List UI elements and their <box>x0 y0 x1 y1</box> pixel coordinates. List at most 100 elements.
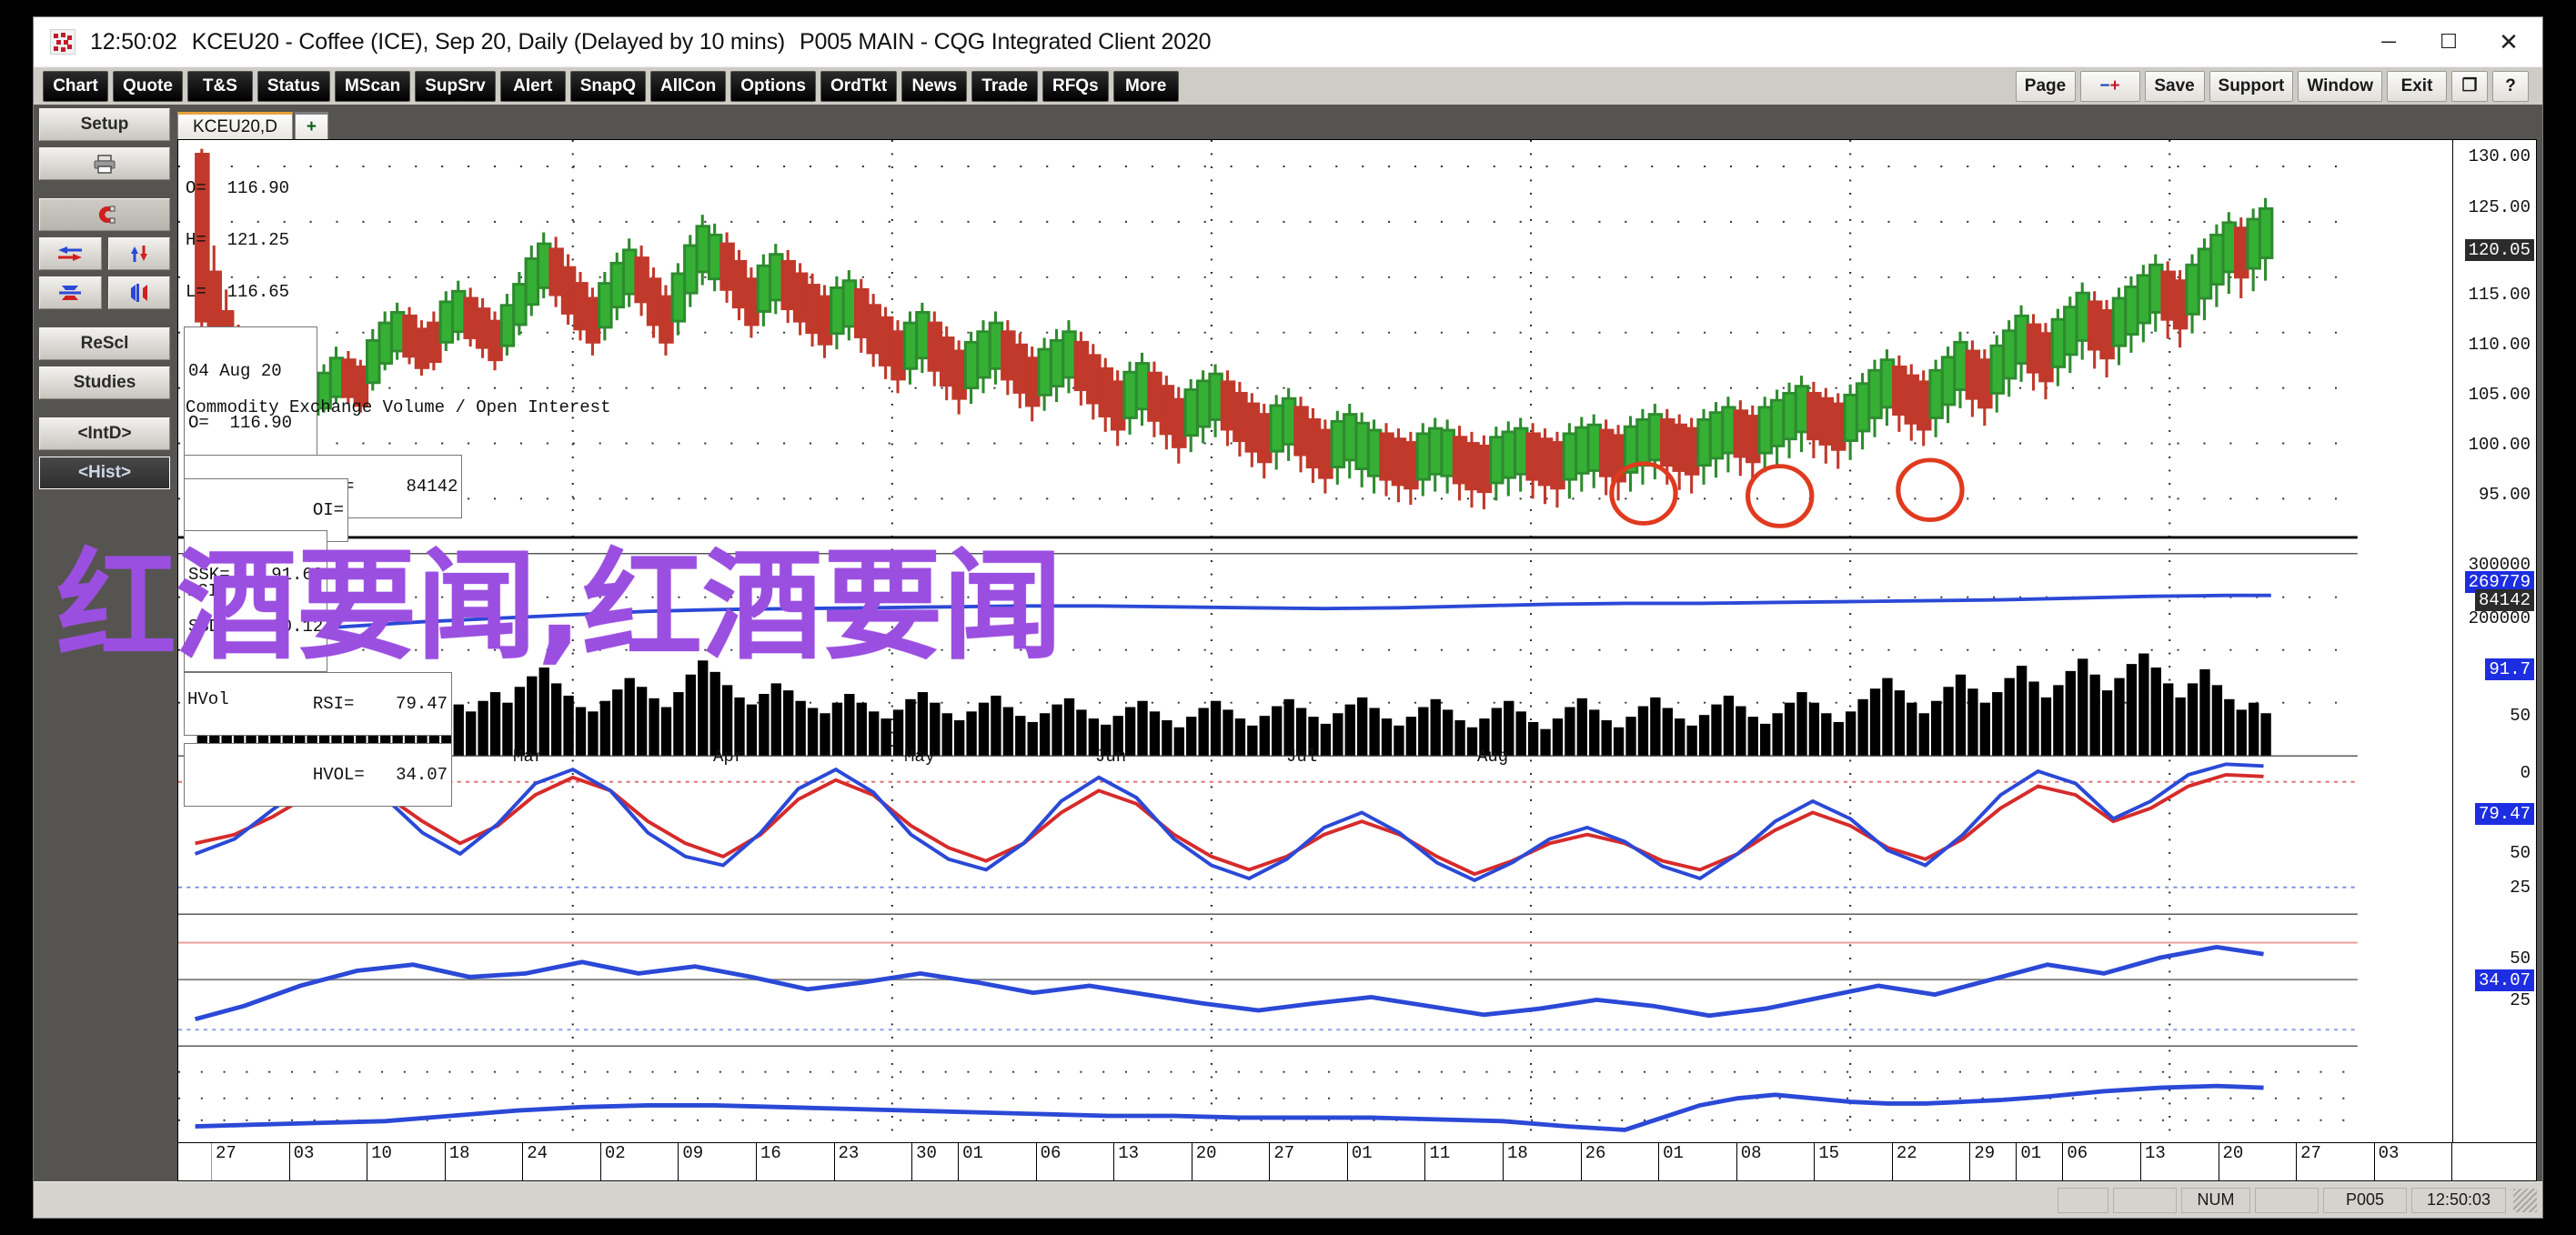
date-axis[interactable]: 27 03 10 18 24 02 09 16 23 30 01 06 13 2… <box>177 1143 2537 1181</box>
date-tick: 01 <box>1348 1143 1426 1180</box>
toolbar-button-alert[interactable]: Alert <box>499 70 566 102</box>
date-tick: 16 <box>757 1143 835 1180</box>
toolbar-button-ordtkt[interactable]: OrdTkt <box>820 70 898 102</box>
chart-tab-strip: KCEU20,D + <box>177 108 2537 139</box>
date-tick: 27 <box>1270 1143 1348 1180</box>
chart-tab-kceu20[interactable]: KCEU20,D <box>177 112 293 139</box>
date-tick: 01 <box>2017 1143 2064 1180</box>
date-tick: 01 <box>959 1143 1037 1180</box>
historical-button[interactable]: <Hist> <box>39 457 170 489</box>
compress-vertical-icon[interactable] <box>107 276 170 309</box>
rsi-pane <box>178 918 2358 1046</box>
rescale-button[interactable]: ReScl <box>39 327 170 360</box>
cqg-logo-icon <box>50 29 75 55</box>
window-title-secondary: P005 MAIN - CQG Integrated Client 2020 <box>800 28 1212 55</box>
resize-grip-icon[interactable] <box>2513 1188 2537 1212</box>
candlestick-series <box>195 148 2274 509</box>
price-tick-115: 115.00 <box>2468 285 2531 305</box>
toolbar-button-supsrv[interactable]: SupSrv <box>415 70 496 102</box>
date-tick: 20 <box>1192 1143 1271 1180</box>
status-num-indicator: NUM <box>2181 1187 2250 1213</box>
date-tick: 13 <box>1114 1143 1192 1180</box>
hvol-tag: 34.07 <box>2474 969 2534 991</box>
toolbar-button-trade[interactable]: Trade <box>971 70 1038 102</box>
price-tick-110: 110.00 <box>2468 335 2531 355</box>
close-button[interactable]: ✕ <box>2479 17 2539 66</box>
zoom-stepper-icon[interactable]: −+ <box>2079 70 2140 102</box>
status-bar: NUM P005 12:50:03 <box>34 1181 2542 1218</box>
sidebar-icon-row-1 <box>39 237 170 270</box>
date-tick: 20 <box>2219 1143 2298 1180</box>
toolbar-button-exit[interactable]: Exit <box>2387 70 2447 102</box>
toolbar-button-mscan[interactable]: MScan <box>334 70 411 102</box>
date-tick: 26 <box>1582 1143 1660 1180</box>
date-tick: 24 <box>523 1143 601 1180</box>
help-icon[interactable]: ? <box>2492 70 2529 102</box>
hvol-pane <box>178 1049 2358 1142</box>
toolbar-button-chart[interactable]: Chart <box>43 70 108 102</box>
arrows-vertical-icon[interactable] <box>107 237 170 270</box>
toolbar-button-options[interactable]: Options <box>730 70 816 102</box>
toolbar-button-ts[interactable]: T&S <box>186 70 253 102</box>
window-clock: 12:50:02 <box>90 28 177 55</box>
last-price-tag: 120.05 <box>2464 239 2534 261</box>
date-tick: 01 <box>1659 1143 1737 1180</box>
date-tick-row: 27 03 10 18 24 02 09 16 23 30 01 06 13 2… <box>178 1143 2451 1180</box>
hvol-tick-25: 25 <box>2510 990 2531 1010</box>
date-tick: 23 <box>835 1143 913 1180</box>
status-clock: 12:50:03 <box>2411 1187 2506 1213</box>
toolbar-button-status[interactable]: Status <box>257 70 330 102</box>
price-tick-130: 130.00 <box>2468 146 2531 166</box>
chart-tab-add[interactable]: + <box>294 112 329 139</box>
price-tick-105: 105.00 <box>2468 385 2531 405</box>
status-page-indicator: P005 <box>2323 1187 2407 1213</box>
rsi-tag: 79.47 <box>2474 803 2534 825</box>
rsi-tick-25: 25 <box>2510 878 2531 898</box>
rsi-tick-50: 50 <box>2510 843 2531 863</box>
studies-button[interactable]: Studies <box>39 366 170 399</box>
toolbar-button-more[interactable]: More <box>1112 70 1179 102</box>
date-tick: 30 <box>912 1143 960 1180</box>
window-title: 12:50:02 KCEU20 - Coffee (ICE), Sep 20, D… <box>90 28 1212 55</box>
date-tick: 09 <box>679 1143 757 1180</box>
setup-button[interactable]: Setup <box>39 108 170 141</box>
price-tick-100: 100.00 <box>2468 435 2531 455</box>
toolbar-button-window[interactable]: Window <box>2298 70 2382 102</box>
date-tick: 22 <box>1893 1143 1971 1180</box>
stochastic-tick-50: 50 <box>2510 706 2531 726</box>
intraday-button[interactable]: <IntD> <box>39 417 170 450</box>
minimize-button[interactable]: ─ <box>2359 17 2419 66</box>
arrows-horizontal-icon[interactable] <box>39 237 102 270</box>
magnet-icon[interactable] <box>39 198 170 231</box>
date-tick: 06 <box>2063 1143 2141 1180</box>
date-tick: 10 <box>367 1143 446 1180</box>
date-tick: 02 <box>601 1143 679 1180</box>
date-tick: 08 <box>1737 1143 1816 1180</box>
compress-horizontal-icon[interactable] <box>39 276 102 309</box>
date-tick: 18 <box>446 1143 524 1180</box>
toolbar-button-rfqs[interactable]: RFQs <box>1041 70 1109 102</box>
maximize-button[interactable]: ☐ <box>2419 17 2479 66</box>
hvol-tick-50: 50 <box>2510 949 2531 969</box>
printer-icon[interactable] <box>39 147 170 180</box>
toolbar-button-save[interactable]: Save <box>2144 70 2205 102</box>
price-tick-125: 125.00 <box>2468 197 2531 217</box>
window-controls: ─ ☐ ✕ <box>2359 17 2539 66</box>
stochastic-tick-0: 0 <box>2520 763 2531 783</box>
toolbar-button-allcon[interactable]: AllCon <box>649 70 727 102</box>
date-tick: 15 <box>1815 1143 1893 1180</box>
status-cell-2 <box>2113 1187 2177 1213</box>
toolbar-button-support[interactable]: Support <box>2209 70 2294 102</box>
toolbar-button-news[interactable]: News <box>901 70 968 102</box>
toolbar-button-quote[interactable]: Quote <box>113 70 183 102</box>
restore-window-icon[interactable]: ❐ <box>2451 70 2488 102</box>
date-tick: 29 <box>1970 1143 2018 1180</box>
toolbar-button-page[interactable]: Page <box>2015 70 2076 102</box>
title-bar: 12:50:02 KCEU20 - Coffee (ICE), Sep 20, D… <box>34 17 2542 66</box>
date-tick: 27 <box>2297 1143 2375 1180</box>
date-tick: 27 <box>212 1143 290 1180</box>
value-scale[interactable]: 130.00 125.00 120.05 115.00 110.00 105.0… <box>2452 140 2536 1142</box>
watermark-text: 红酒要闻,红酒要闻 <box>56 537 1063 677</box>
date-axis-spacer <box>178 1143 212 1180</box>
toolbar-button-snapq[interactable]: SnapQ <box>569 70 646 102</box>
